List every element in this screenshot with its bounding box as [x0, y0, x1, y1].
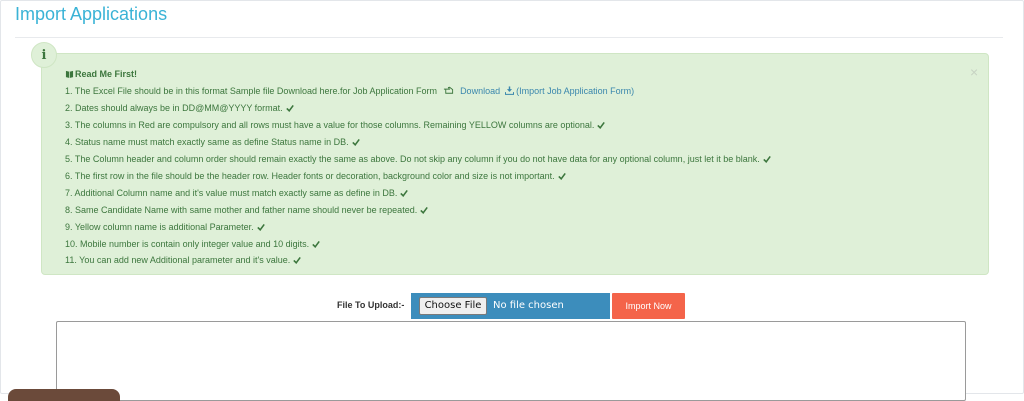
- file-input[interactable]: Choose File No file chosen: [411, 293, 610, 319]
- check-icon: [312, 240, 320, 248]
- readme-line-text: 4. Status name must match exactly same a…: [65, 136, 349, 147]
- bottom-left-tab[interactable]: [8, 389, 120, 401]
- check-icon: [597, 121, 606, 129]
- page-title: Import Applications: [15, 4, 168, 24]
- title-divider: [15, 37, 1003, 38]
- readme-line-1: 1. The Excel File should be in this form…: [65, 83, 945, 100]
- readme-line: 5. The Column header and column order sh…: [65, 151, 945, 168]
- readme-line: 2. Dates should always be in DD@MM@YYYY …: [65, 100, 945, 117]
- choose-file-button[interactable]: Choose File: [419, 297, 487, 315]
- readme-line-text: 10. Mobile number is contain only intege…: [65, 238, 310, 249]
- readme-line-text: 7. Additional Column name and it's value…: [65, 187, 398, 198]
- check-icon: [256, 223, 265, 231]
- readme-line-text: 2. Dates should always be in DD@MM@YYYY …: [65, 102, 283, 113]
- book-icon: [65, 70, 74, 78]
- info-icon: i: [31, 42, 57, 68]
- check-icon: [351, 138, 360, 146]
- readme-line: 9. Yellow column name is additional Para…: [65, 219, 945, 236]
- readme-line-text: 5. The Column header and column order sh…: [65, 153, 760, 164]
- readme-heading: Read Me First!: [65, 66, 945, 83]
- readme-line-text: 6. The first row in the file should be t…: [65, 170, 555, 181]
- readme-line: 6. The first row in the file should be t…: [65, 168, 945, 185]
- readme-line: 7. Additional Column name and it's value…: [65, 185, 945, 202]
- readme-line: 10. Mobile number is contain only intege…: [65, 236, 945, 253]
- readme-line: 4. Status name must match exactly same a…: [65, 134, 945, 151]
- readme-content: Read Me First! 1. The Excel File should …: [65, 66, 945, 269]
- readme-line: 3. The columns in Red are compulsory and…: [65, 117, 945, 134]
- import-result-area[interactable]: [56, 321, 966, 401]
- check-icon: [285, 104, 294, 112]
- check-icon: [420, 206, 429, 214]
- readme-line: 11. You can add new Additional parameter…: [65, 252, 945, 269]
- readme-line-text: 11. You can add new Additional parameter…: [65, 255, 291, 266]
- check-icon: [400, 189, 409, 197]
- readme-line-text: 9. Yellow column name is additional Para…: [65, 221, 254, 232]
- download-link-label: Download: [460, 85, 501, 96]
- close-icon[interactable]: ×: [970, 64, 978, 80]
- check-icon: [762, 155, 771, 163]
- readme-line-text: 8. Same Candidate Name with same mother …: [65, 204, 418, 215]
- download-icon: [504, 86, 514, 95]
- download-link[interactable]: Download (Import Job Application Form): [460, 86, 634, 96]
- no-file-chosen-text: No file chosen: [493, 300, 564, 311]
- readme-line-1-text: 1. The Excel File should be in this form…: [65, 85, 438, 96]
- file-upload-label: File To Upload:-: [337, 300, 405, 310]
- check-icon: [557, 172, 566, 180]
- hand-pointer-icon: [443, 86, 453, 94]
- readme-line: 8. Same Candidate Name with same mother …: [65, 202, 945, 219]
- readme-heading-text: Read Me First!: [75, 69, 138, 79]
- readme-line-text: 3. The columns in Red are compulsory and…: [65, 119, 595, 130]
- download-link-suffix: (Import Job Application Form): [516, 85, 635, 96]
- import-now-button[interactable]: Import Now: [612, 293, 685, 319]
- check-icon: [293, 257, 302, 265]
